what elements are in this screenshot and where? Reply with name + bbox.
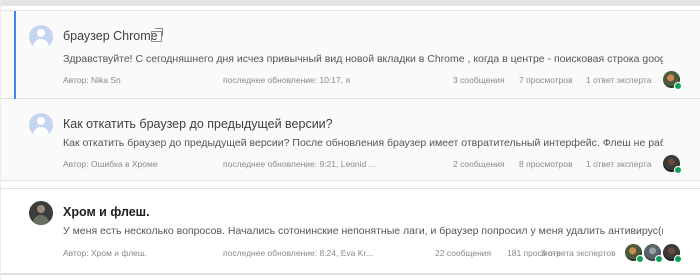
thread-list: браузер Chrome Здравствуйте! С сегодняшн… bbox=[0, 0, 700, 280]
default-avatar-icon bbox=[29, 25, 53, 49]
expert-avatar[interactable] bbox=[663, 71, 682, 90]
thread-title[interactable]: Как откатить браузер до предыдущей верси… bbox=[63, 117, 333, 131]
thread-author: Автор: Nika Sn bbox=[63, 75, 121, 85]
expert-avatar[interactable] bbox=[663, 155, 682, 174]
thread-view-count: 8 просмотров bbox=[519, 159, 573, 169]
thread-last-update: последнее обновление: 9:21, Leonid ... bbox=[223, 159, 376, 169]
list-bottom-divider bbox=[1, 274, 700, 275]
thread-view-count: 7 просмотров bbox=[519, 75, 573, 85]
thread-last-update: последнее обновление: 10:17, я bbox=[223, 75, 351, 85]
thread-item[interactable]: Как откатить браузер до предыдущей верси… bbox=[1, 99, 700, 181]
thread-message-count: 2 сообщения bbox=[453, 159, 505, 169]
expert-avatar[interactable] bbox=[625, 244, 644, 263]
thread-snippet: Как откатить браузер до предыдущей верси… bbox=[63, 137, 663, 149]
thread-item[interactable]: Хром и флеш. У меня есть несколько вопро… bbox=[1, 188, 700, 274]
expert-badge-icon bbox=[674, 166, 682, 174]
thread-title[interactable]: браузер Chrome bbox=[63, 29, 158, 43]
thread-message-count: 3 сообщения bbox=[453, 75, 505, 85]
expert-badge-icon bbox=[655, 255, 663, 263]
thread-title[interactable]: Хром и флеш. bbox=[63, 205, 150, 219]
thread-author: Автор: Ошибка в Хроме bbox=[63, 159, 158, 169]
user-avatar bbox=[29, 201, 53, 225]
expert-badge-icon bbox=[674, 255, 682, 263]
thread-expert-answers: 1 ответ эксперта bbox=[586, 159, 652, 169]
list-top-divider bbox=[1, 0, 700, 6]
thread-snippet: Здравствуйте! С сегодняшнего дня исчез п… bbox=[63, 53, 663, 65]
default-avatar-icon bbox=[29, 113, 53, 137]
thread-item[interactable]: браузер Chrome Здравствуйте! С сегодняшн… bbox=[1, 10, 700, 100]
expert-badge-icon bbox=[636, 255, 644, 263]
thread-expert-answers: 1 ответ эксперта bbox=[586, 75, 652, 85]
expert-badge-icon bbox=[674, 82, 682, 90]
thread-author: Автор: Хром и флеш. bbox=[63, 248, 148, 258]
external-link-icon[interactable] bbox=[151, 28, 163, 42]
expert-avatar[interactable] bbox=[644, 244, 663, 263]
expert-avatar[interactable] bbox=[663, 244, 682, 263]
thread-message-count: 22 сообщения bbox=[435, 248, 492, 258]
thread-expert-answers: 3 ответа экспертов bbox=[541, 248, 616, 258]
thread-last-update: последнее обновление: 8:24, Eva Kr... bbox=[223, 248, 373, 258]
thread-snippet: У меня есть несколько вопросов. Начались… bbox=[63, 225, 663, 237]
